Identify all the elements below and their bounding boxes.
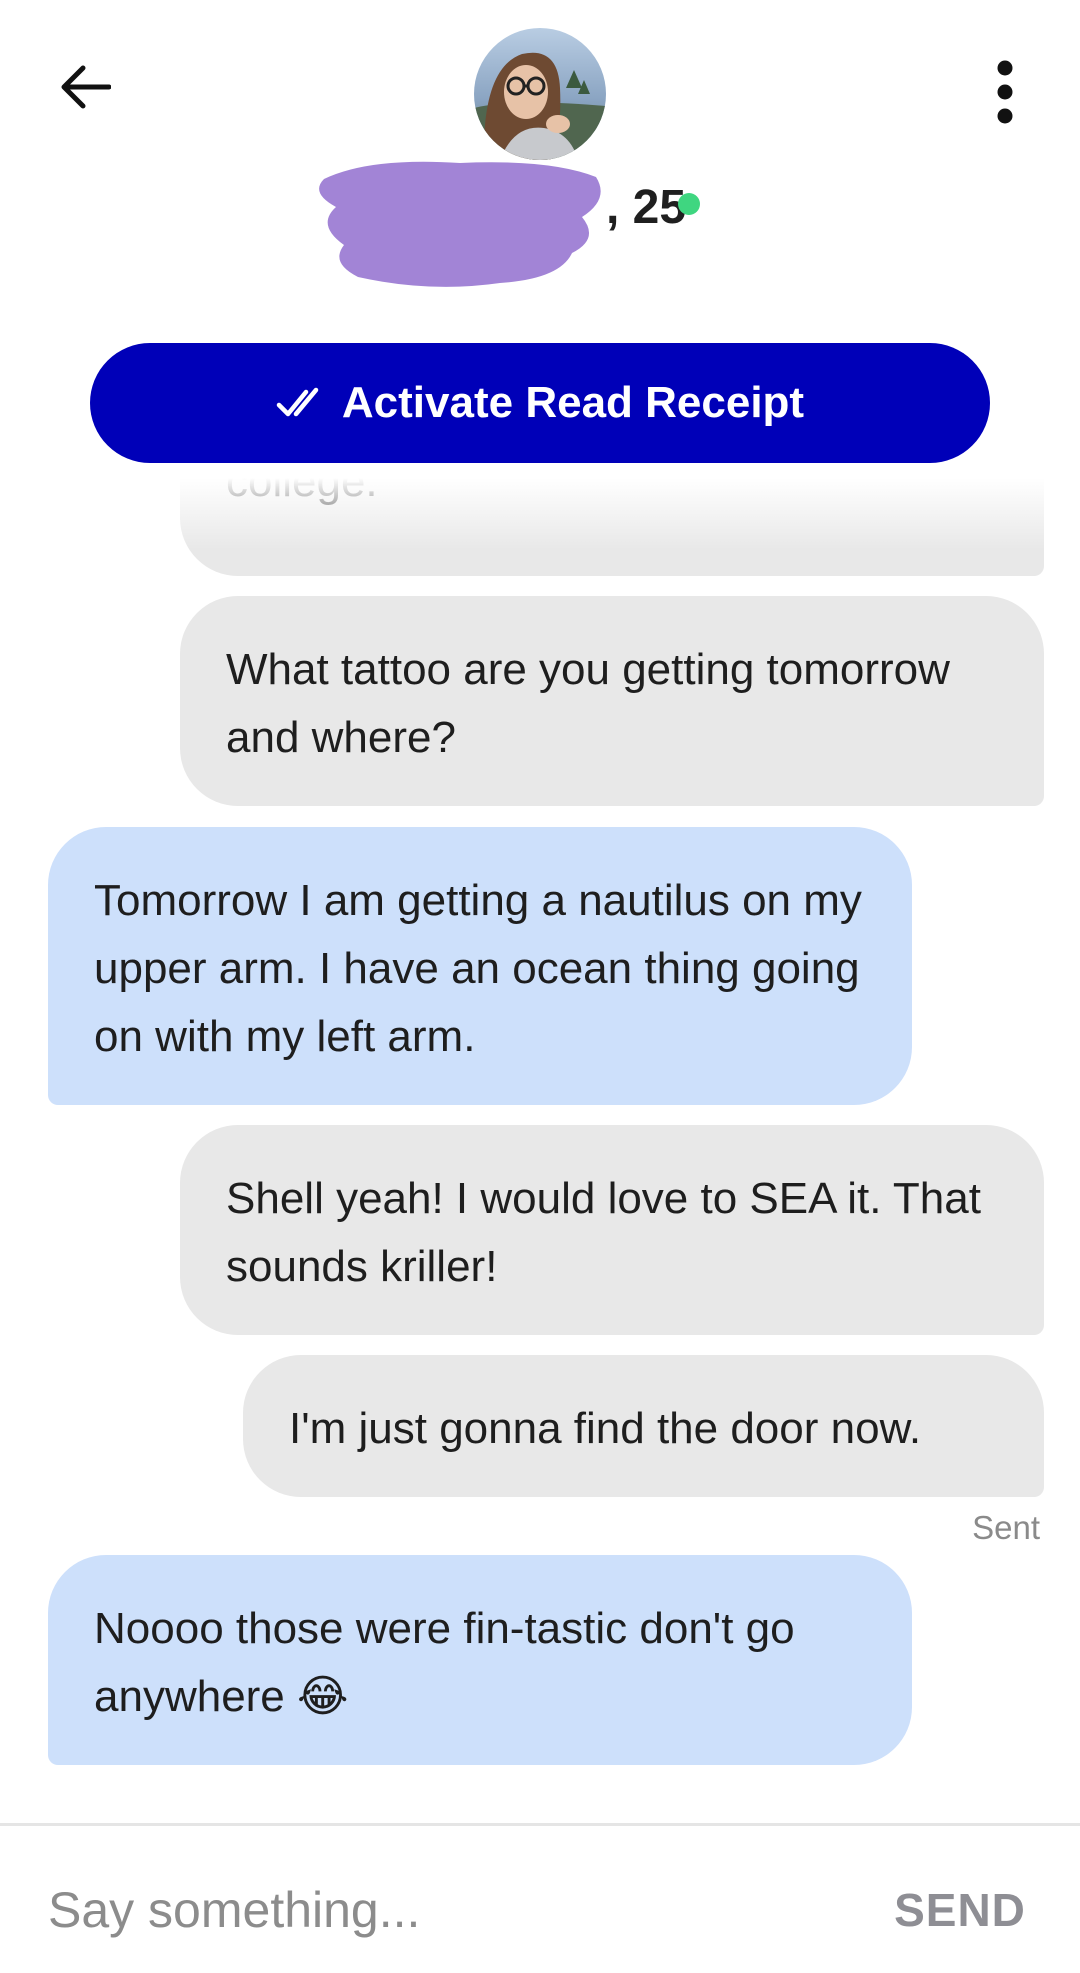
message-bubble-sent[interactable]: college. <box>180 470 1044 576</box>
back-button[interactable] <box>50 52 120 122</box>
arrow-left-icon <box>61 65 111 109</box>
message-bubble-received[interactable]: Tomorrow I am getting a nautilus on my u… <box>48 827 912 1105</box>
more-options-button[interactable] <box>985 52 1025 132</box>
message-bubble-sent[interactable]: What tattoo are you getting tomorrow and… <box>180 596 1044 806</box>
name-redaction-scribble <box>319 161 601 287</box>
double-check-icon <box>276 386 324 420</box>
laughing-emoji-icon: 😂 <box>297 1672 349 1721</box>
profile-age: , 25 <box>606 181 687 234</box>
activate-read-receipt-button[interactable]: Activate Read Receipt <box>90 343 990 463</box>
message-bubble-sent[interactable]: Shell yeah! I would love to SEA it. That… <box>180 1125 1044 1335</box>
message-bubble-sent[interactable]: I'm just gonna find the door now. <box>243 1355 1044 1497</box>
read-receipt-label: Activate Read Receipt <box>341 378 805 427</box>
more-vertical-icon <box>997 60 1013 124</box>
message-list[interactable]: college. What tattoo are you getting tom… <box>0 470 1080 1825</box>
send-button[interactable]: SEND <box>870 1870 1050 1950</box>
message-input[interactable] <box>48 1870 828 1950</box>
online-status-indicator <box>678 193 700 215</box>
message-sent-status: Sent <box>972 1509 1040 1546</box>
profile-name-row[interactable]: , 25 <box>310 155 730 295</box>
chat-screen: , 25 Activate Read Receipt college. What… <box>0 0 1080 1973</box>
profile-avatar[interactable] <box>474 28 606 160</box>
composer-divider <box>0 1823 1080 1826</box>
message-bubble-received[interactable]: Noooo those were fin-tastic don't go any… <box>48 1555 912 1765</box>
